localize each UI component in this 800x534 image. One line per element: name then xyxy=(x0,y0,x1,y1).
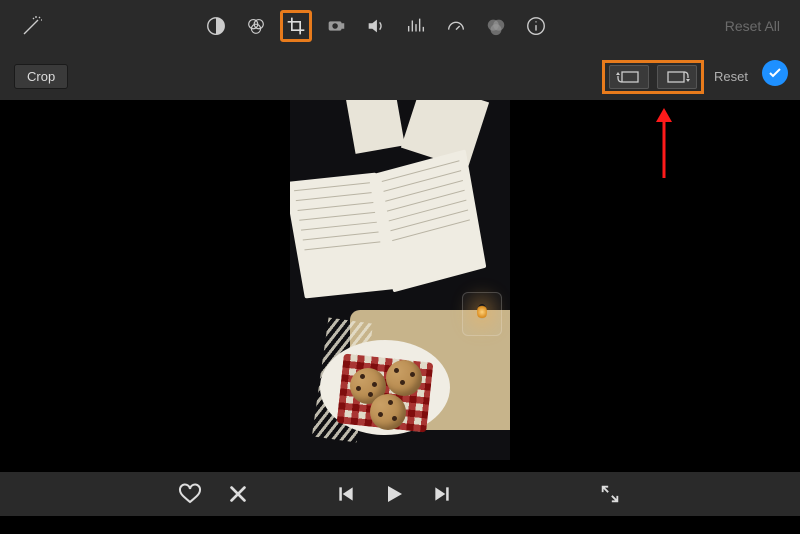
crop-options-bar: Crop Reset xyxy=(0,52,800,100)
noise-reduction-button[interactable] xyxy=(400,10,432,42)
color-correction-button[interactable] xyxy=(240,10,272,42)
rotate-cw-button[interactable] xyxy=(657,65,697,89)
rotate-buttons-group xyxy=(602,60,704,94)
crop-mode-button[interactable]: Crop xyxy=(14,64,68,89)
bottom-strip xyxy=(0,516,800,534)
favorite-button[interactable] xyxy=(176,480,204,508)
reset-all-button[interactable]: Reset All xyxy=(725,0,780,52)
crop-tool-button[interactable] xyxy=(280,10,312,42)
rotate-ccw-button[interactable] xyxy=(609,65,649,89)
color-balance-button[interactable] xyxy=(200,10,232,42)
reject-button[interactable] xyxy=(224,480,252,508)
stabilization-button[interactable] xyxy=(320,10,352,42)
preview-viewer xyxy=(0,100,800,460)
magic-wand-button[interactable] xyxy=(12,6,52,46)
apply-button[interactable] xyxy=(762,60,788,86)
next-button[interactable] xyxy=(428,480,456,508)
speed-button[interactable] xyxy=(440,10,472,42)
tool-cluster xyxy=(200,0,552,52)
top-toolbar: Reset All xyxy=(0,0,800,52)
rating-group xyxy=(176,480,252,508)
transport-group xyxy=(332,480,456,508)
volume-button[interactable] xyxy=(360,10,392,42)
play-button[interactable] xyxy=(380,480,408,508)
fullscreen-button[interactable] xyxy=(596,480,624,508)
reset-button[interactable]: Reset xyxy=(714,52,748,100)
playback-bar xyxy=(0,472,800,516)
info-button[interactable] xyxy=(520,10,552,42)
color-filter-button[interactable] xyxy=(480,10,512,42)
preview-image xyxy=(290,100,510,460)
prev-button[interactable] xyxy=(332,480,360,508)
